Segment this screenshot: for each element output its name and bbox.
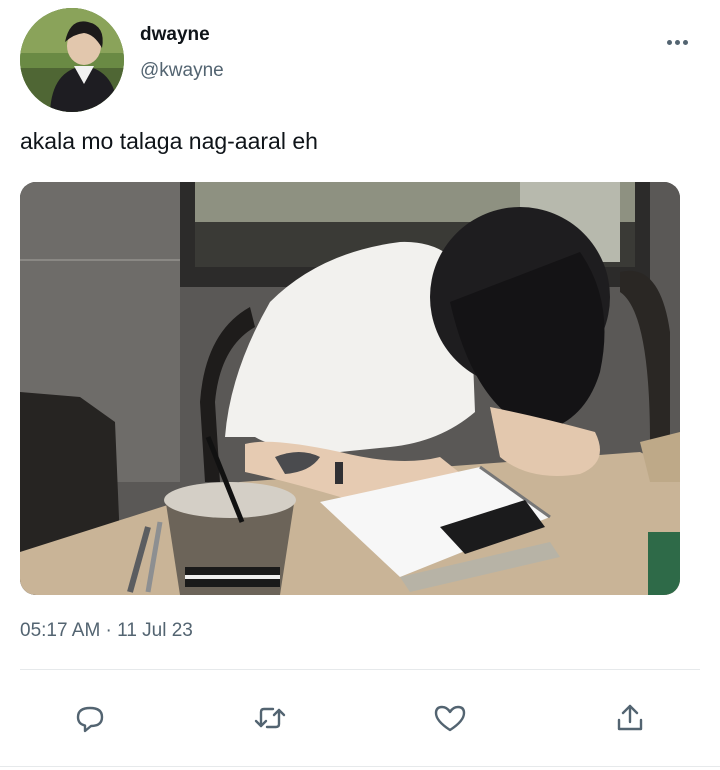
tweet-text: akala mo talaga nag-aaral eh [20, 128, 318, 154]
bottom-divider [0, 766, 720, 767]
author-name[interactable]: dwayne [140, 24, 210, 46]
tweet-header: dwayne @kwayne [20, 8, 700, 112]
divider [20, 669, 700, 670]
retweet-icon[interactable] [242, 690, 298, 746]
avatar[interactable] [20, 8, 124, 112]
avatar-image [20, 8, 124, 112]
share-icon[interactable] [602, 690, 658, 746]
photo-image [20, 182, 680, 595]
like-icon[interactable] [422, 690, 478, 746]
tweet-timestamp[interactable]: 05:17 AM · 11 Jul 23 [20, 620, 193, 642]
author-handle[interactable]: @kwayne [140, 60, 224, 82]
more-dots-icon[interactable] [662, 34, 692, 50]
tweet-photo[interactable] [20, 182, 680, 595]
action-bar [0, 690, 720, 746]
reply-icon[interactable] [62, 690, 118, 746]
